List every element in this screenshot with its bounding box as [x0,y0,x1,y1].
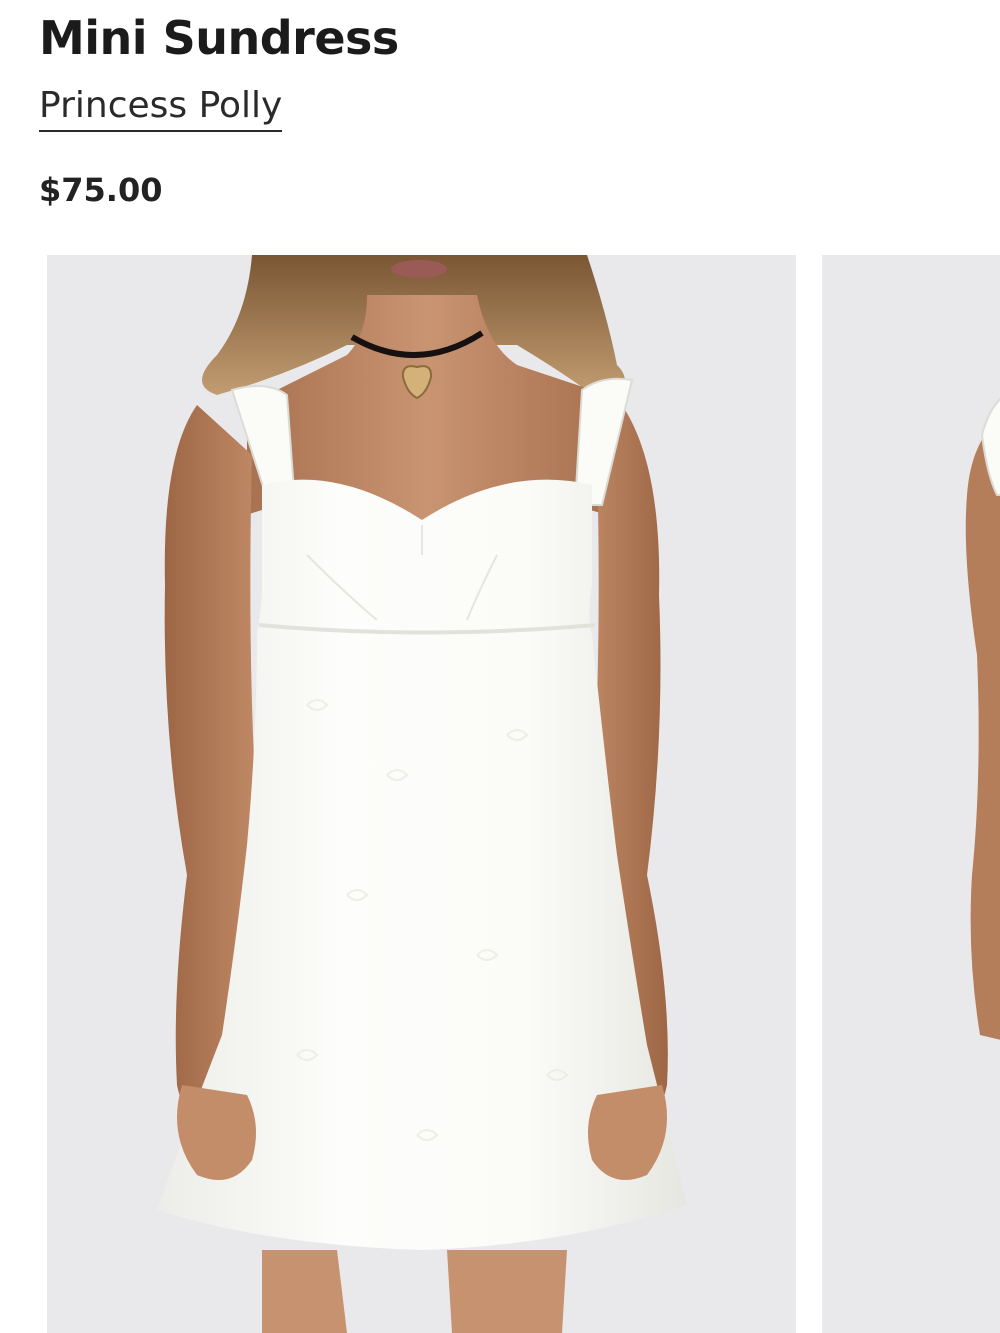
model-photo-front [47,255,796,1333]
product-image-side[interactable] [822,255,1000,1333]
product-price: $75.00 [39,171,163,209]
product-image-front[interactable] [47,255,796,1333]
product-page: Mini Sundress Princess Polly $75.00 [0,0,1000,1333]
model-photo-side [822,255,1000,1333]
brand-link[interactable]: Princess Polly [39,84,283,132]
product-title: Mini Sundress [39,11,399,65]
product-image-carousel[interactable] [39,255,1000,1333]
